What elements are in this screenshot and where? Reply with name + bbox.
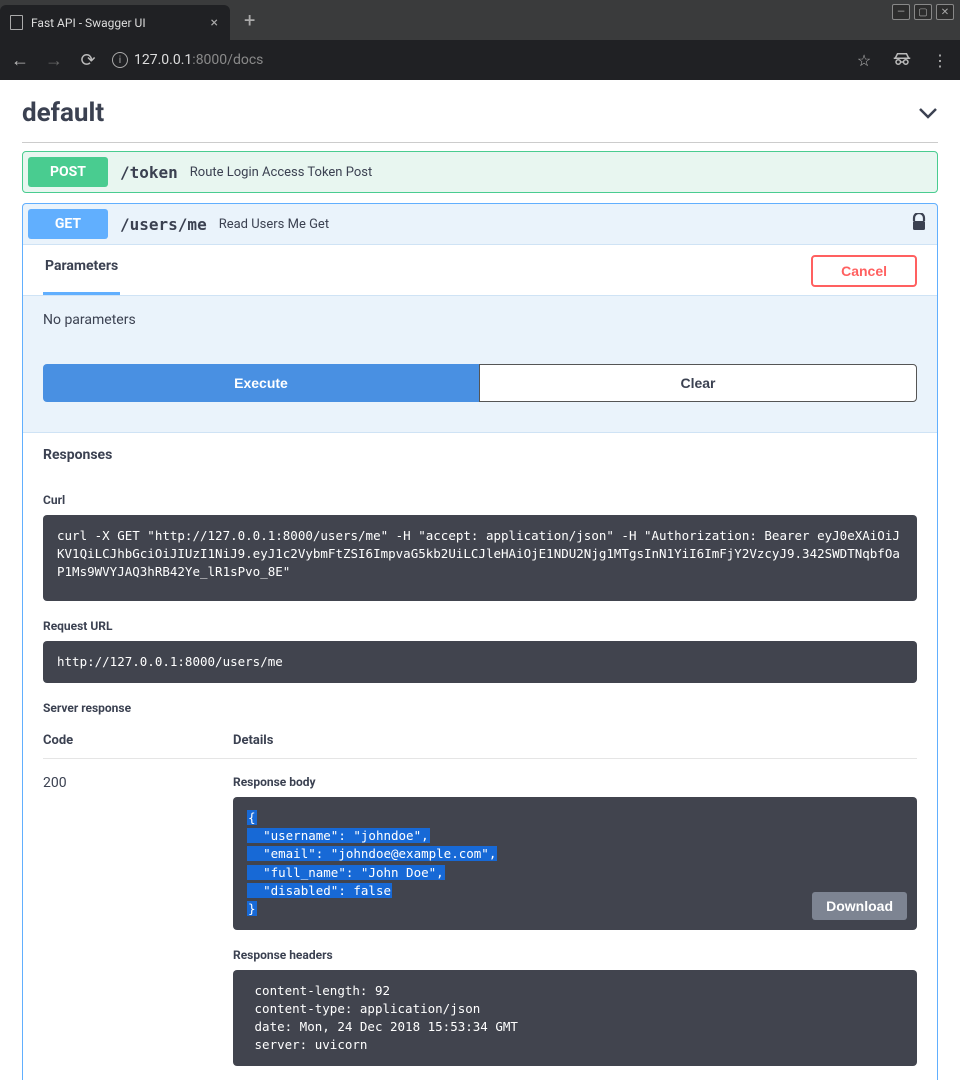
site-info-icon[interactable]: i xyxy=(112,52,128,68)
opblock-get-users-me: GET /users/me Read Users Me Get Paramete… xyxy=(22,203,938,1080)
op-path: /token xyxy=(120,163,178,182)
response-table-header: Code Details xyxy=(43,723,917,759)
divider xyxy=(22,142,938,143)
responses-heading: Responses xyxy=(23,432,937,477)
cancel-button[interactable]: Cancel xyxy=(811,255,917,287)
response-headers-heading: Response headers xyxy=(233,948,917,962)
close-button[interactable]: ✕ xyxy=(936,4,954,20)
curl-heading: Curl xyxy=(43,493,917,507)
method-badge: GET xyxy=(28,209,108,239)
reload-button[interactable]: ⟳ xyxy=(78,50,98,71)
no-parameters-text: No parameters xyxy=(43,312,136,328)
tag-title: default xyxy=(22,98,104,128)
chevron-down-icon[interactable] xyxy=(918,101,938,125)
lock-icon[interactable] xyxy=(911,213,927,235)
execute-button[interactable]: Execute xyxy=(43,364,479,402)
opblock-post-token: POST /token Route Login Access Token Pos… xyxy=(22,151,938,193)
page-icon xyxy=(10,15,23,30)
back-button[interactable]: ← xyxy=(10,50,30,71)
op-summary[interactable]: POST /token Route Login Access Token Pos… xyxy=(23,152,937,192)
url-path: /docs xyxy=(227,52,263,68)
tab-title: Fast API - Swagger UI xyxy=(31,16,146,30)
maximize-button[interactable]: ▢ xyxy=(914,4,932,20)
column-details: Details xyxy=(233,733,917,748)
browser-tab[interactable]: Fast API - Swagger UI × xyxy=(0,5,230,40)
op-summary-text: Read Users Me Get xyxy=(219,217,329,232)
incognito-icon[interactable] xyxy=(892,51,912,70)
op-path: /users/me xyxy=(120,215,207,234)
window-controls: — ▢ ✕ xyxy=(892,0,960,40)
url-host: 127.0.0.1 xyxy=(134,52,192,68)
forward-button[interactable]: → xyxy=(44,50,64,71)
star-icon[interactable]: ☆ xyxy=(854,51,874,70)
clear-button[interactable]: Clear xyxy=(479,364,917,402)
tag-header[interactable]: default xyxy=(22,80,938,142)
url-bar[interactable]: i 127.0.0.1:8000/docs xyxy=(112,52,840,68)
browser-addressbar: ← → ⟳ i 127.0.0.1:8000/docs ☆ ⋮ xyxy=(0,40,960,80)
download-button[interactable]: Download xyxy=(812,892,907,920)
request-url-heading: Request URL xyxy=(43,619,917,633)
parameters-bar: Parameters Cancel xyxy=(23,244,937,296)
method-badge: POST xyxy=(28,157,108,187)
response-body-heading: Response body xyxy=(233,775,917,789)
response-body[interactable]: { "username": "johndoe", "email": "johnd… xyxy=(233,797,917,930)
browser-titlebar: Fast API - Swagger UI × + — ▢ ✕ xyxy=(0,0,960,40)
close-tab-icon[interactable]: × xyxy=(211,15,218,31)
curl-command[interactable]: curl -X GET "http://127.0.0.1:8000/users… xyxy=(43,515,917,601)
server-response-heading: Server response xyxy=(43,701,917,715)
new-tab-button[interactable]: + xyxy=(244,8,255,32)
page-content: default POST /token Route Login Access T… xyxy=(0,80,960,1080)
menu-icon[interactable]: ⋮ xyxy=(930,51,950,70)
response-headers[interactable]: content-length: 92 content-type: applica… xyxy=(233,970,917,1067)
minimize-button[interactable]: — xyxy=(892,4,910,20)
parameters-tab[interactable]: Parameters xyxy=(43,258,120,295)
execute-row: Execute Clear xyxy=(23,344,937,432)
status-code: 200 xyxy=(43,775,233,1080)
column-code: Code xyxy=(43,733,233,748)
url-port: :8000 xyxy=(192,52,227,68)
parameters-body: No parameters xyxy=(23,296,937,344)
request-url[interactable]: http://127.0.0.1:8000/users/me xyxy=(43,641,917,683)
response-row: 200 Response body { "username": "johndoe… xyxy=(43,759,917,1080)
op-summary[interactable]: GET /users/me Read Users Me Get xyxy=(23,204,937,244)
responses-section: Curl curl -X GET "http://127.0.0.1:8000/… xyxy=(23,477,937,1080)
op-summary-text: Route Login Access Token Post xyxy=(190,165,372,180)
